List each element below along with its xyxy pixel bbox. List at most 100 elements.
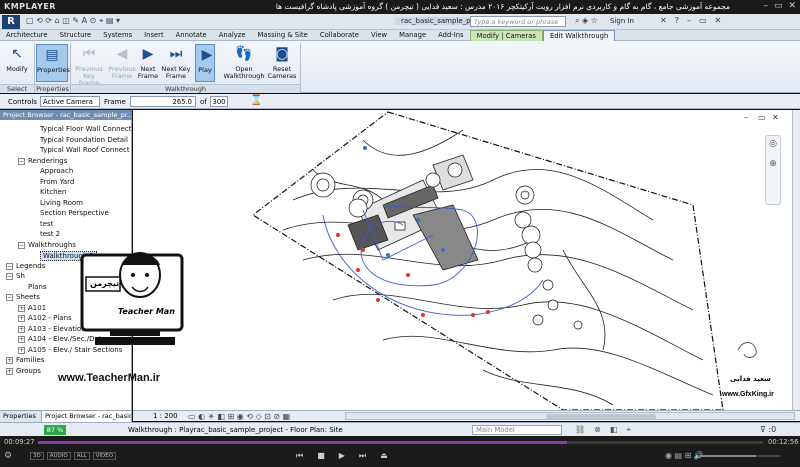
view-restore-icon[interactable]: ▭: [758, 113, 766, 122]
browser-item[interactable]: Plans: [28, 283, 47, 291]
tree-expander[interactable]: −: [6, 294, 13, 301]
browser-item[interactable]: Living Room: [40, 199, 83, 207]
previous-key-frame-button[interactable]: ⏮ Previous Key Frame: [72, 44, 106, 87]
tab-collaborate[interactable]: Collaborate: [314, 30, 365, 41]
qat-search-icons[interactable]: ⌕ ◈ ☆: [575, 16, 598, 26]
tab-project-browser[interactable]: Project Browser - rac_basic_...: [42, 411, 132, 422]
view-close-icon[interactable]: ✕: [772, 113, 779, 122]
browser-item[interactable]: Typical Foundation Detail: [40, 136, 128, 144]
browser-item[interactable]: Sheets: [16, 293, 40, 301]
browser-item[interactable]: Walkthroughs: [28, 241, 76, 249]
exchange-icon[interactable]: ✕: [660, 16, 667, 25]
browser-item[interactable]: test: [40, 220, 53, 228]
open-walkthrough-button[interactable]: 👣 Open Walkthrough: [222, 44, 266, 80]
tab-insert[interactable]: Insert: [138, 30, 170, 41]
play-icon[interactable]: ▶: [339, 451, 345, 461]
badge-video[interactable]: VIDEO: [92, 452, 117, 460]
tree-expander[interactable]: −: [6, 273, 13, 280]
tab-edit-walkthrough[interactable]: Edit Walkthrough: [542, 30, 616, 41]
prev-icon[interactable]: ⏮: [296, 451, 303, 461]
player-right-icons[interactable]: ◉ ▤ ⊞ 🔊: [665, 451, 704, 460]
view-minimize-icon[interactable]: –: [744, 113, 748, 122]
tree-expander[interactable]: +: [18, 304, 25, 312]
tab-view[interactable]: View: [365, 30, 393, 41]
browser-item[interactable]: Section Perspective: [40, 209, 109, 217]
tree-expander[interactable]: −: [18, 157, 25, 165]
close-icon[interactable]: ✕: [715, 16, 722, 25]
restore-icon[interactable]: ▭: [699, 16, 707, 25]
horizontal-scrollbar[interactable]: [345, 412, 795, 420]
frame-input[interactable]: 265.0: [130, 96, 196, 107]
revit-app-menu-icon[interactable]: R: [2, 15, 20, 29]
modify-button[interactable]: ↖ Modify: [3, 44, 31, 73]
vertical-scrollbar[interactable]: [792, 110, 800, 410]
navigation-bar[interactable]: ◎ ⊕: [765, 135, 781, 205]
steering-wheel-icon[interactable]: ◎: [766, 139, 780, 149]
view-scale[interactable]: 1 : 200: [153, 412, 178, 420]
tree-expander[interactable]: +: [18, 346, 25, 354]
search-input[interactable]: Type a keyword or phrase: [470, 16, 566, 27]
browser-item[interactable]: Sh: [16, 272, 25, 280]
tab-manage[interactable]: Manage: [393, 30, 432, 41]
properties-button[interactable]: ▤ Properties: [36, 44, 70, 82]
sign-in-link[interactable]: Sign In: [610, 17, 634, 25]
browser-item[interactable]: test 2: [40, 230, 60, 238]
status-icons[interactable]: ⛓ ⊗ ◧ ⌖: [575, 425, 631, 435]
next-frame-button[interactable]: ▶ Next Frame: [137, 44, 159, 80]
next-icon[interactable]: ⏭: [359, 451, 366, 461]
browser-item[interactable]: A102 - Plans: [28, 314, 72, 322]
next-key-frame-button[interactable]: ⏭ Next Key Frame: [159, 44, 193, 80]
tab-massing-site[interactable]: Massing & Site: [252, 30, 314, 41]
minimize-icon[interactable]: –: [687, 16, 691, 25]
browser-item[interactable]: From Yard: [40, 178, 74, 186]
tab-annotate[interactable]: Annotate: [170, 30, 213, 41]
close-icon[interactable]: ✕: [788, 1, 796, 11]
tab-structure[interactable]: Structure: [54, 30, 98, 41]
help-icon[interactable]: ?: [675, 16, 679, 25]
tree-expander[interactable]: +: [6, 357, 13, 364]
tab-properties[interactable]: Properties: [0, 411, 42, 422]
play-button[interactable]: ▶ Play: [195, 44, 215, 82]
browser-item[interactable]: Typical Floor Wall Connect: [40, 125, 132, 133]
qat-icons[interactable]: ▢ ⟲ ⟳ ⌂ ◫ ✎ A ⊙ ⌖ ▤ ▾: [26, 16, 120, 26]
browser-item[interactable]: Groups: [16, 367, 41, 375]
previous-frame-button[interactable]: ◀ Previous Frame: [107, 44, 137, 80]
drawing-area[interactable]: [133, 110, 793, 410]
badge-all[interactable]: ALL: [73, 452, 90, 460]
minimize-icon[interactable]: –: [763, 1, 768, 11]
browser-item[interactable]: Renderings: [28, 157, 67, 165]
tab-systems[interactable]: Systems: [97, 30, 138, 41]
browser-item[interactable]: Approach: [40, 167, 73, 175]
browser-item[interactable]: Legends: [16, 262, 45, 270]
model-select[interactable]: Main Model: [472, 425, 562, 435]
badge-3d[interactable]: 3D: [30, 452, 44, 460]
tab-architecture[interactable]: Architecture: [0, 30, 54, 41]
filter-icon[interactable]: ⊽ :0: [760, 425, 776, 434]
stop-icon[interactable]: ■: [317, 451, 325, 461]
browser-item[interactable]: Typical Wall Roof Connect: [40, 146, 130, 154]
maximize-icon[interactable]: ▭: [774, 1, 783, 11]
badge-audio[interactable]: AUDIO: [46, 452, 71, 460]
tab-modify-cameras[interactable]: Modify | Cameras: [469, 30, 543, 41]
tree-expander[interactable]: −: [18, 241, 25, 249]
view-control-icons[interactable]: ▭ ◐ ☀ ◧ ⊞ ◉ ⟲ ◇ ⊡ ⊘ ▦: [188, 412, 290, 421]
tree-expander[interactable]: +: [18, 336, 25, 343]
scroll-thumb[interactable]: [546, 414, 656, 419]
tree-expander[interactable]: +: [6, 367, 13, 375]
zoom-icon[interactable]: ⊕: [766, 159, 780, 169]
reset-cameras-button[interactable]: ◙ Reset Cameras: [266, 44, 298, 80]
tab-add-ins[interactable]: Add-Ins: [432, 30, 469, 41]
controls-select[interactable]: Active Camera: [40, 96, 100, 107]
volume-slider[interactable]: [700, 455, 780, 457]
total-frames-button[interactable]: 300: [210, 96, 228, 107]
settings-icon[interactable]: ⚙: [4, 451, 12, 461]
eject-icon[interactable]: ⏏: [380, 451, 388, 461]
tree-expander[interactable]: +: [18, 315, 25, 322]
tree-expander[interactable]: +: [18, 325, 25, 333]
tab-analyze[interactable]: Analyze: [213, 30, 252, 41]
browser-item[interactable]: A101: [28, 304, 46, 312]
seek-bar[interactable]: [38, 441, 763, 444]
browser-item[interactable]: Families: [16, 356, 44, 364]
tree-expander[interactable]: −: [6, 262, 13, 270]
browser-item[interactable]: Kitchen: [40, 188, 66, 196]
